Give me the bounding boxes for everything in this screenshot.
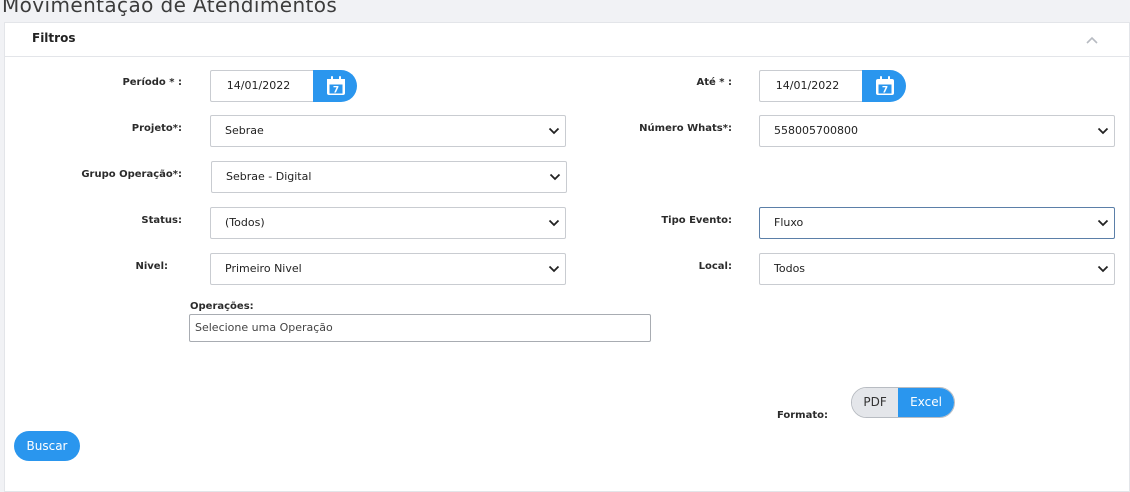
- svg-text:7: 7: [882, 86, 888, 96]
- formato-pdf-option[interactable]: PDF: [852, 388, 899, 417]
- grupo-operacao-select[interactable]: Sebrae - Digital: [211, 161, 567, 193]
- formato-excel-option[interactable]: Excel: [898, 388, 954, 417]
- projeto-value: Sebrae: [225, 124, 264, 137]
- tipo-evento-select[interactable]: Fluxo: [759, 207, 1115, 239]
- projeto-select[interactable]: Sebrae: [210, 115, 566, 147]
- tipo-evento-value: Fluxo: [774, 216, 804, 229]
- nivel-value: Primeiro Nivel: [225, 262, 302, 275]
- filters-panel-header: Filtros: [5, 23, 1129, 57]
- ate-calendar-button[interactable]: 7: [862, 70, 906, 102]
- periodo-date-input[interactable]: 14/01/2022: [210, 70, 314, 102]
- chevron-down-icon: [548, 265, 560, 273]
- tipo-evento-label: Tipo Evento:: [661, 215, 732, 226]
- nivel-label: Nivel:: [135, 261, 168, 272]
- status-value: (Todos): [225, 216, 265, 229]
- chevron-down-icon: [548, 219, 560, 227]
- operacoes-input[interactable]: Selecione uma Operação: [189, 314, 651, 342]
- numero-whats-label: Número Whats*:: [639, 123, 732, 134]
- local-select[interactable]: Todos: [759, 253, 1115, 285]
- periodo-label: Período * :: [122, 77, 182, 88]
- calendar-icon: 7: [876, 76, 894, 96]
- periodo-calendar-button[interactable]: 7: [313, 70, 357, 102]
- grupo-operacao-value: Sebrae - Digital: [226, 170, 312, 183]
- local-label: Local:: [698, 261, 732, 272]
- numero-whats-value: 558005700800: [774, 124, 858, 137]
- chevron-down-icon: [1097, 265, 1109, 273]
- status-label: Status:: [141, 215, 182, 226]
- operacoes-label: Operações:: [190, 301, 254, 312]
- nivel-select[interactable]: Primeiro Nivel: [210, 253, 566, 285]
- formato-toggle[interactable]: PDF Excel: [851, 387, 955, 418]
- page-title: Movimentação de Atendimentos: [2, 0, 338, 17]
- ate-date-input[interactable]: 14/01/2022: [759, 70, 863, 102]
- formato-label: Formato:: [776, 410, 828, 421]
- chevron-down-icon: [1097, 219, 1109, 227]
- calendar-icon: 7: [327, 76, 345, 96]
- chevron-up-icon[interactable]: [1085, 35, 1099, 45]
- ate-label: Até * :: [696, 77, 733, 88]
- status-select[interactable]: (Todos): [210, 207, 566, 239]
- chevron-down-icon: [548, 127, 560, 135]
- filters-title: Filtros: [32, 31, 76, 45]
- buscar-button[interactable]: Buscar: [14, 431, 80, 461]
- local-value: Todos: [774, 262, 806, 275]
- chevron-down-icon: [549, 173, 561, 181]
- chevron-down-icon: [1097, 127, 1109, 135]
- numero-whats-select[interactable]: 558005700800: [759, 115, 1115, 147]
- projeto-label: Projeto*:: [131, 123, 182, 134]
- svg-text:7: 7: [333, 86, 339, 96]
- grupo-operacao-label: Grupo Operação*:: [81, 169, 182, 180]
